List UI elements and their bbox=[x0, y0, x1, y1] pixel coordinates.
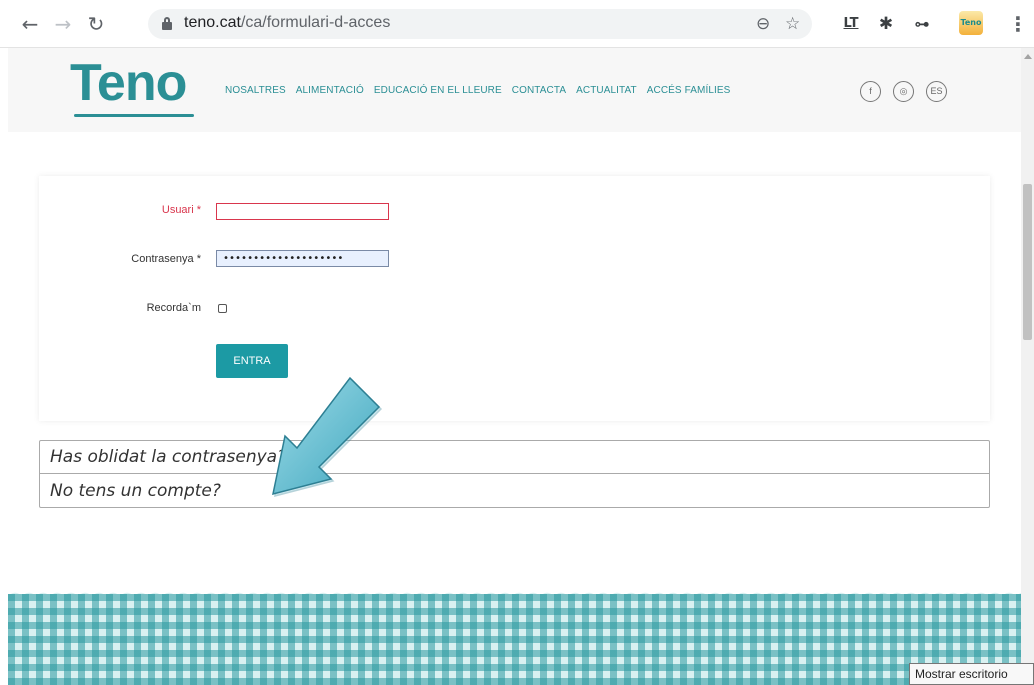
pointer-arrow-graphic bbox=[272, 376, 383, 498]
password-label: Contrasenya * bbox=[131, 253, 201, 265]
nav-item-acces-families[interactable]: ACCÉS FAMÍLIES bbox=[647, 85, 731, 96]
bookmark-star-icon[interactable]: ☆ bbox=[785, 13, 800, 35]
nav-item-educacio[interactable]: EDUCACIÓ EN EL LLEURE bbox=[374, 85, 502, 96]
remember-label: Recorda`m bbox=[146, 302, 201, 314]
gingham-footer-pattern bbox=[8, 594, 1021, 685]
forward-arrow-icon[interactable]: → bbox=[51, 12, 75, 36]
login-submit-button[interactable]: ENTRA bbox=[216, 344, 288, 378]
back-arrow-icon[interactable]: ← bbox=[18, 12, 42, 36]
url-text[interactable]: teno.cat/ca/formulari-d-acces bbox=[184, 14, 390, 32]
login-form: Usuari * Contrasenya * •••••••••••••••••… bbox=[39, 176, 990, 421]
nav-item-actualitat[interactable]: ACTUALITAT bbox=[576, 85, 637, 96]
user-input[interactable] bbox=[216, 203, 389, 220]
scroll-thumb[interactable] bbox=[1023, 184, 1032, 340]
forgot-password-link[interactable]: Has oblidat la contrasenya? bbox=[40, 441, 989, 474]
lock-icon bbox=[162, 17, 172, 30]
language-es-button[interactable]: ES bbox=[926, 81, 947, 102]
logo-underline bbox=[74, 114, 194, 117]
facebook-icon[interactable]: f bbox=[860, 81, 881, 102]
zoom-out-icon[interactable]: ⊖ bbox=[756, 13, 770, 35]
nav-item-nosaltres[interactable]: NOSALTRES bbox=[225, 85, 286, 96]
no-account-link[interactable]: No tens un compte? bbox=[40, 475, 989, 508]
show-desktop-tooltip: Mostrar escritorio bbox=[909, 663, 1034, 685]
site-header: Teno NOSALTRES ALIMENTACIÓ EDUCACIÓ EN E… bbox=[8, 48, 1021, 132]
remember-checkbox[interactable] bbox=[218, 304, 227, 313]
browser-toolbar: ← → ↻ teno.cat/ca/formulari-d-acces ⊖ ☆ … bbox=[0, 0, 1034, 48]
main-nav: NOSALTRES ALIMENTACIÓ EDUCACIÓ EN EL LLE… bbox=[225, 85, 730, 96]
reload-icon[interactable]: ↻ bbox=[84, 12, 108, 36]
account-links: Has oblidat la contrasenya? No tens un c… bbox=[39, 440, 990, 508]
scroll-up-icon[interactable] bbox=[1024, 54, 1032, 59]
address-bar[interactable]: teno.cat/ca/formulari-d-acces ⊖ ☆ bbox=[148, 9, 812, 39]
page-viewport: Teno NOSALTRES ALIMENTACIÓ EDUCACIÓ EN E… bbox=[0, 48, 1021, 685]
page-scrollbar[interactable] bbox=[1021, 48, 1034, 685]
nav-item-alimentacio[interactable]: ALIMENTACIÓ bbox=[296, 85, 364, 96]
password-key-icon[interactable]: ⊶ bbox=[909, 13, 935, 35]
nav-item-contacta[interactable]: CONTACTA bbox=[512, 85, 566, 96]
user-label: Usuari * bbox=[161, 204, 201, 216]
teno-extension-icon[interactable]: Teno bbox=[959, 11, 983, 35]
languagetool-extension-icon[interactable]: LT bbox=[838, 13, 864, 35]
extensions-puzzle-icon[interactable]: ✱ bbox=[875, 13, 897, 35]
site-logo[interactable]: Teno bbox=[70, 54, 187, 112]
instagram-icon[interactable]: ◎ bbox=[893, 81, 914, 102]
password-input[interactable]: •••••••••••••••••••• bbox=[216, 250, 389, 267]
browser-menu-icon[interactable]: ⋮ bbox=[1008, 12, 1028, 36]
